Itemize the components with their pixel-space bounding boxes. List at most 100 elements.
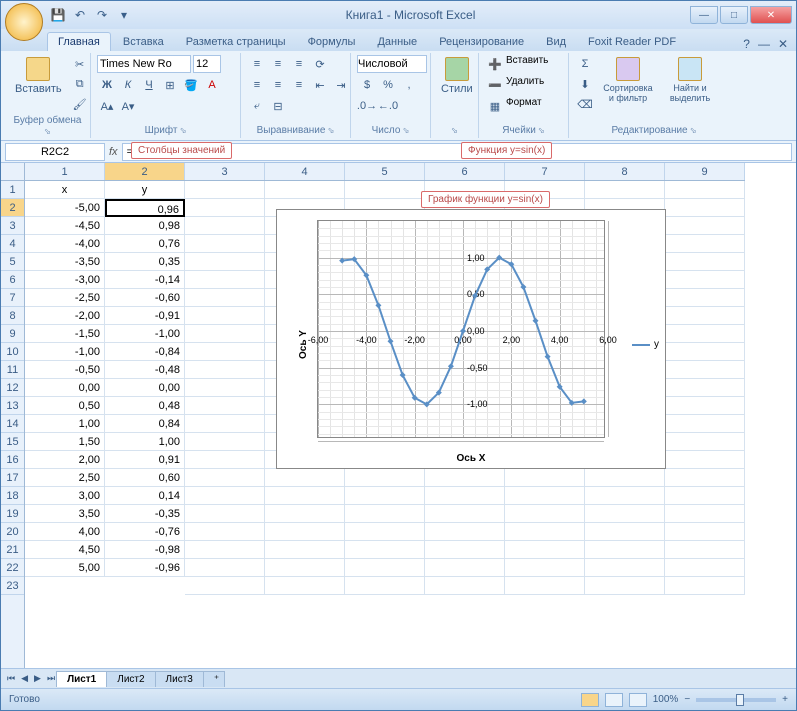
cell[interactable]: -0,48 <box>105 361 185 379</box>
cell[interactable] <box>185 325 265 343</box>
cell[interactable] <box>185 487 265 505</box>
cell[interactable] <box>505 505 585 523</box>
cell[interactable] <box>185 235 265 253</box>
cell[interactable]: -0,50 <box>25 361 105 379</box>
cell[interactable] <box>185 253 265 271</box>
cell[interactable]: 4,50 <box>25 541 105 559</box>
cell[interactable]: 5,00 <box>25 559 105 577</box>
font-color-icon[interactable]: A <box>202 76 222 94</box>
dec-decimal-icon[interactable]: ←.0 <box>378 97 398 115</box>
cell[interactable] <box>665 199 745 217</box>
cell[interactable] <box>665 253 745 271</box>
cell[interactable] <box>185 451 265 469</box>
cell[interactable] <box>665 451 745 469</box>
cell[interactable]: -0,91 <box>105 307 185 325</box>
cell[interactable]: -0,14 <box>105 271 185 289</box>
shrink-font-icon[interactable]: A▾ <box>118 97 138 115</box>
tab-insert[interactable]: Вставка <box>113 33 174 51</box>
indent-inc-icon[interactable]: ⇥ <box>331 76 351 94</box>
cell[interactable]: 0,50 <box>25 397 105 415</box>
cell[interactable]: -5,00 <box>25 199 105 217</box>
paste-button[interactable]: Вставить <box>11 55 66 97</box>
row-header[interactable]: 18 <box>1 487 24 505</box>
cell[interactable] <box>665 235 745 253</box>
close-button[interactable]: ✕ <box>750 6 792 24</box>
tab-next-icon[interactable]: ▶ <box>32 673 43 684</box>
cell[interactable] <box>665 577 745 595</box>
tab-layout[interactable]: Разметка страницы <box>176 33 296 51</box>
cell[interactable]: x <box>25 181 105 199</box>
col-header[interactable]: 7 <box>505 163 585 180</box>
format-cells-button[interactable]: ▦Формат <box>485 97 542 115</box>
row-header[interactable]: 17 <box>1 469 24 487</box>
maximize-button[interactable]: □ <box>720 6 748 24</box>
align-top-icon[interactable]: ≡ <box>247 55 267 73</box>
tab-review[interactable]: Рецензирование <box>429 33 534 51</box>
ribbon-minimize-icon[interactable]: — <box>758 37 770 51</box>
autosum-icon[interactable]: Σ <box>575 55 595 73</box>
underline-button[interactable]: Ч <box>139 76 159 94</box>
cell[interactable] <box>585 181 665 199</box>
row-header[interactable]: 11 <box>1 361 24 379</box>
cell[interactable] <box>345 559 425 577</box>
row-header[interactable]: 14 <box>1 415 24 433</box>
cell[interactable] <box>345 469 425 487</box>
cell[interactable] <box>425 577 505 595</box>
delete-cells-button[interactable]: ➖Удалить <box>485 76 544 94</box>
cell[interactable] <box>665 343 745 361</box>
cell[interactable]: -0,96 <box>105 559 185 577</box>
zoom-out-button[interactable]: − <box>684 694 690 705</box>
cell[interactable] <box>425 469 505 487</box>
format-painter-icon[interactable]: 🖌 <box>70 95 90 113</box>
sort-filter-button[interactable]: Сортировка и фильтр <box>599 55 657 105</box>
cell[interactable] <box>185 361 265 379</box>
cell[interactable] <box>185 415 265 433</box>
cell[interactable]: 0,76 <box>105 235 185 253</box>
cell[interactable]: -0,98 <box>105 541 185 559</box>
cell[interactable] <box>185 469 265 487</box>
row-header[interactable]: 6 <box>1 271 24 289</box>
align-bot-icon[interactable]: ≡ <box>289 55 309 73</box>
cell[interactable] <box>665 433 745 451</box>
cell[interactable] <box>665 289 745 307</box>
cell[interactable]: -2,50 <box>25 289 105 307</box>
wrap-text-icon[interactable]: ⤶ <box>247 97 267 115</box>
cell[interactable] <box>665 487 745 505</box>
cell[interactable] <box>585 559 665 577</box>
cell[interactable]: 4,00 <box>25 523 105 541</box>
cell[interactable]: -4,00 <box>25 235 105 253</box>
cell[interactable] <box>345 577 425 595</box>
cell[interactable] <box>185 181 265 199</box>
cell[interactable]: -4,50 <box>25 217 105 235</box>
zoom-slider[interactable] <box>696 698 776 702</box>
undo-icon[interactable]: ↶ <box>71 6 89 24</box>
cell[interactable]: 2,50 <box>25 469 105 487</box>
cell[interactable] <box>505 541 585 559</box>
cell[interactable]: -0,84 <box>105 343 185 361</box>
row-header[interactable]: 22 <box>1 559 24 577</box>
align-right-icon[interactable]: ≡ <box>289 76 309 94</box>
col-header[interactable]: 8 <box>585 163 665 180</box>
cell[interactable] <box>345 181 425 199</box>
col-header[interactable]: 9 <box>665 163 745 180</box>
tab-formulas[interactable]: Формулы <box>298 33 366 51</box>
cell[interactable] <box>505 523 585 541</box>
cell[interactable]: -1,00 <box>105 325 185 343</box>
sheet-tab-1[interactable]: Лист1 <box>56 671 107 687</box>
row-header[interactable]: 1 <box>1 181 24 199</box>
cell[interactable] <box>185 343 265 361</box>
insert-cells-button[interactable]: ➕Вставить <box>485 55 548 73</box>
cell[interactable]: 0,35 <box>105 253 185 271</box>
cell[interactable] <box>345 487 425 505</box>
cell[interactable] <box>585 577 665 595</box>
bold-button[interactable]: Ж <box>97 76 117 94</box>
clear-icon[interactable]: ⌫ <box>575 95 595 113</box>
cell[interactable] <box>185 217 265 235</box>
cell[interactable] <box>585 487 665 505</box>
cell[interactable]: 2,00 <box>25 451 105 469</box>
inc-decimal-icon[interactable]: .0→ <box>357 97 377 115</box>
row-header[interactable]: 2 <box>1 199 24 217</box>
cell[interactable] <box>665 379 745 397</box>
qat-dropdown-icon[interactable]: ▾ <box>115 6 133 24</box>
cell[interactable]: 3,50 <box>25 505 105 523</box>
